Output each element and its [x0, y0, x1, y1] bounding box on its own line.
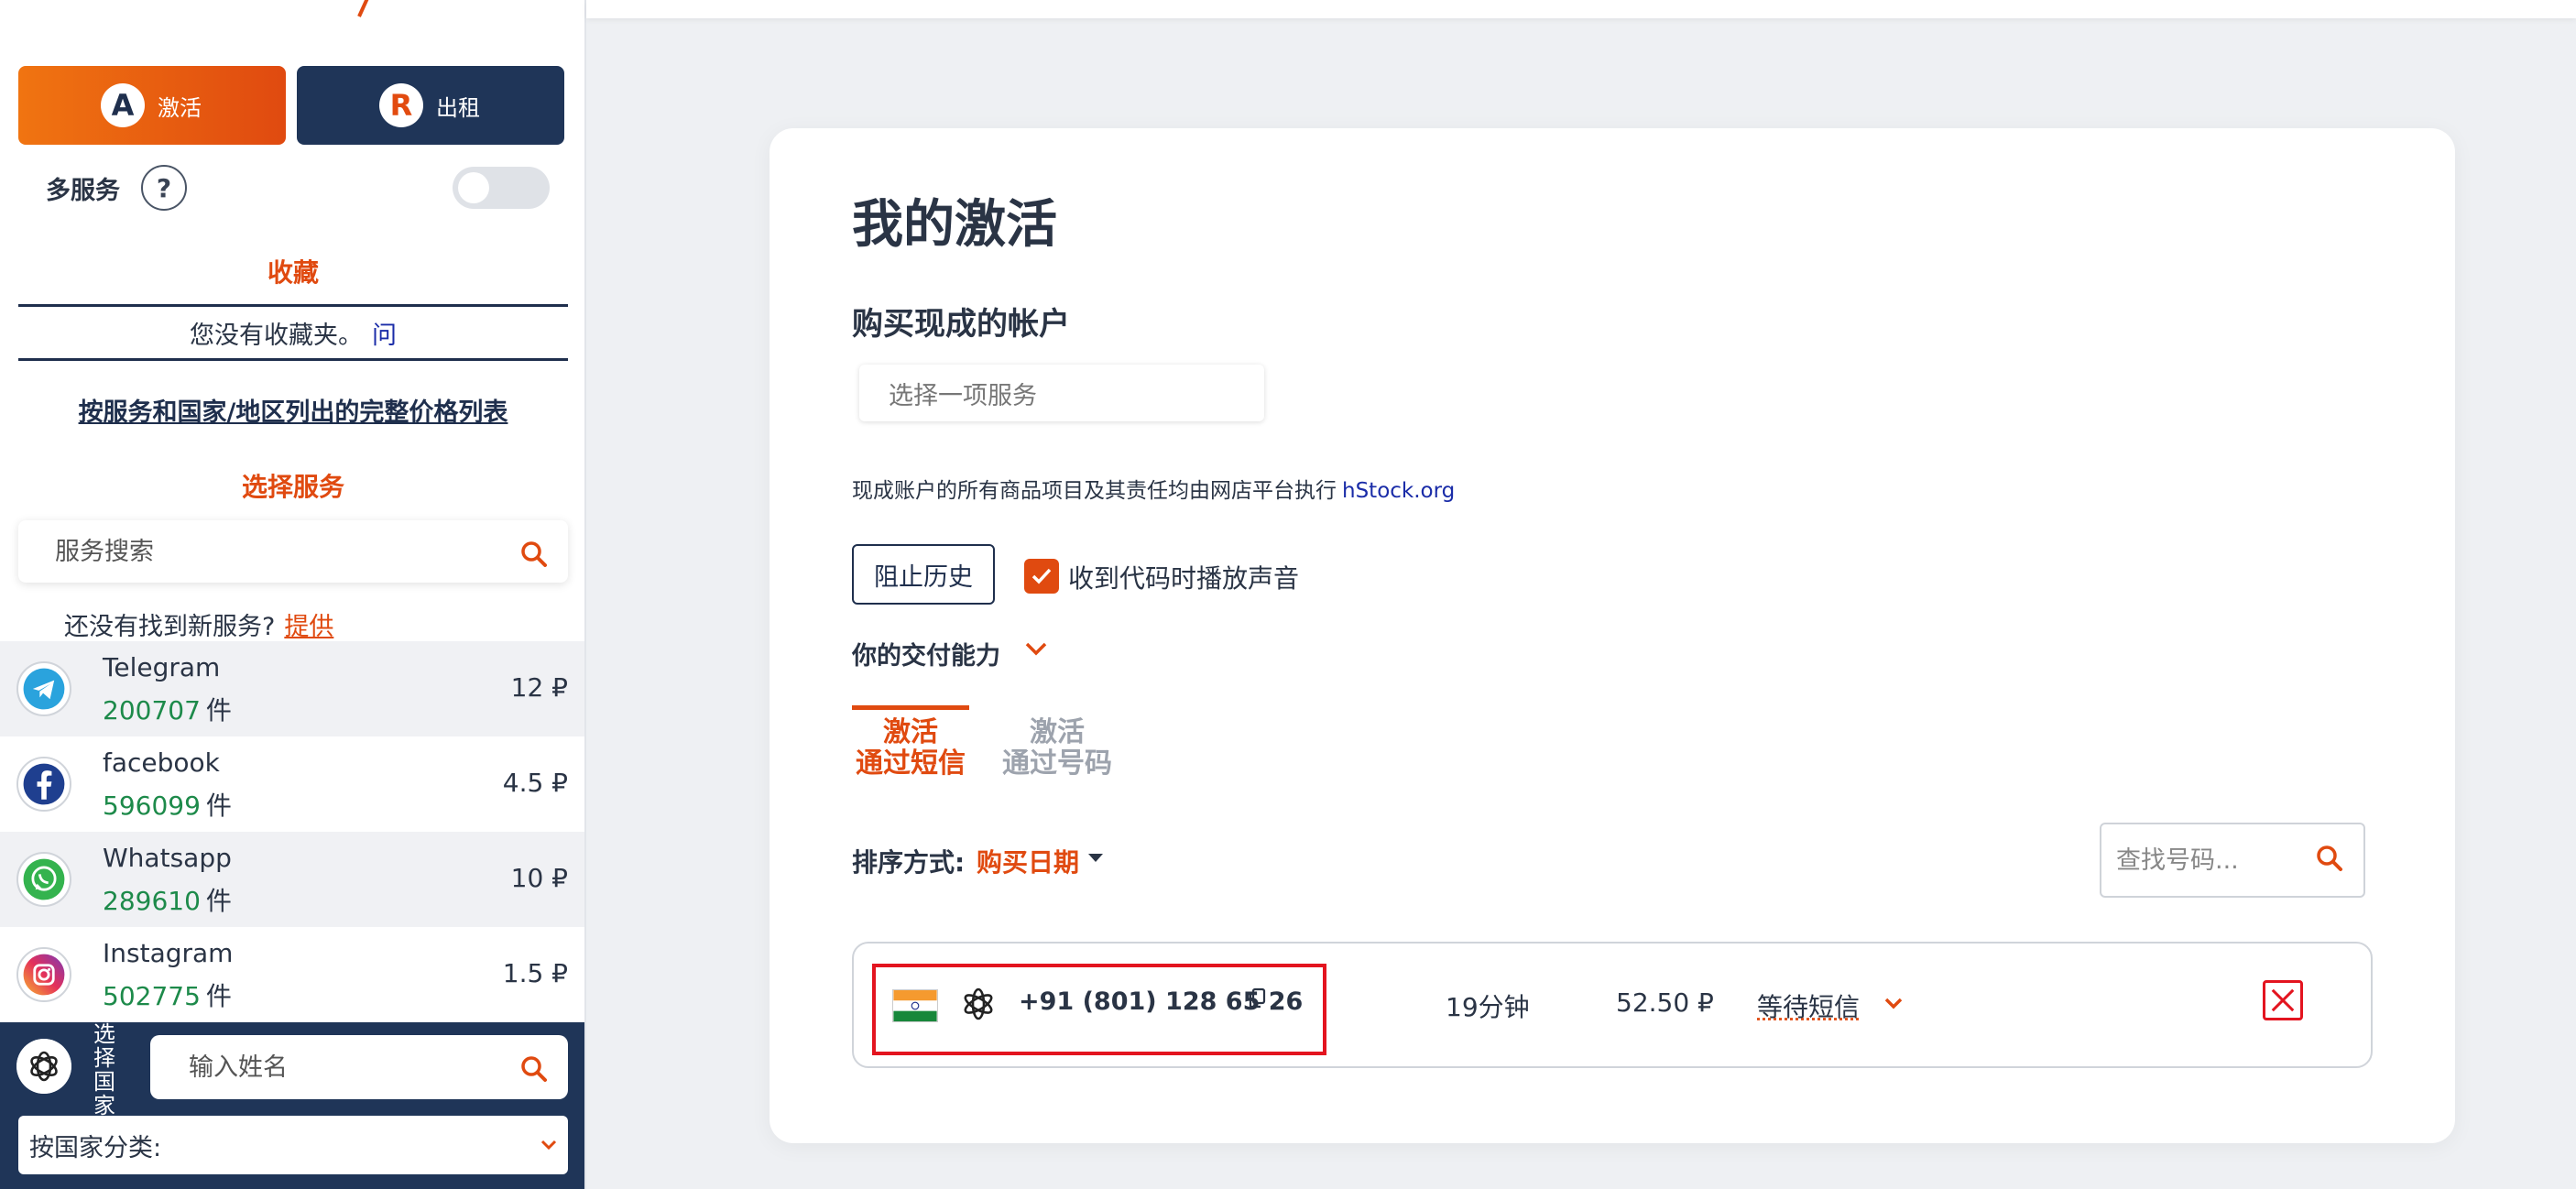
- close-icon[interactable]: [2263, 980, 2303, 1020]
- activation-row: +91 (801) 128 65 26 19分钟 52.50 ₽ 等待短信: [852, 942, 2373, 1068]
- instagram-icon: [16, 947, 71, 1002]
- service-row-facebook[interactable]: facebook 596099 件 4.5 ₽: [0, 736, 584, 832]
- toggle-knob: [458, 172, 489, 203]
- favorites-title: 收藏: [267, 257, 319, 288]
- help-icon[interactable]: ?: [141, 165, 187, 211]
- sort-label: 排序方式:: [852, 847, 966, 878]
- tab-activation-sms[interactable]: 激活 通过短信: [852, 705, 969, 780]
- service-count-number: 289610: [103, 886, 201, 916]
- service-count-unit: 件: [205, 791, 232, 821]
- sound-checkbox[interactable]: [1024, 559, 1059, 594]
- chevron-down-icon[interactable]: [1883, 997, 1904, 1011]
- sound-option-label: 收到代码时播放声音: [1068, 563, 1300, 594]
- country-name-search: [150, 1035, 568, 1099]
- country-panel: 选择国家 按国家分类:: [0, 1022, 584, 1189]
- favorites-help-link[interactable]: 问: [372, 315, 397, 351]
- logo-fragment: [357, 0, 369, 17]
- openai-icon: [964, 987, 993, 1020]
- status-dropdown[interactable]: 等待短信: [1757, 987, 1860, 1024]
- buy-ready-accounts-title: 购买现成的帐户: [852, 306, 1070, 343]
- favorites-empty-text: 您没有收藏夹。: [190, 321, 363, 350]
- rent-mode-button[interactable]: R 出租: [297, 66, 564, 145]
- tab-activation-number[interactable]: 激活 通过号码: [999, 705, 1116, 780]
- india-flag-icon: [892, 989, 938, 1022]
- hstock-notice: 现成账户的所有商品项目及其责任均由网店平台执行 hStock.org: [852, 473, 1455, 504]
- service-count: 596099 件: [103, 786, 232, 823]
- service-search-input[interactable]: [55, 537, 476, 566]
- service-count: 502775 件: [103, 976, 232, 1013]
- service-list: Telegram 200707 件 12 ₽ facebook 596099 件 4…: [0, 641, 584, 1022]
- time-remaining: 19分钟: [1446, 992, 1530, 1022]
- activation-mode-button[interactable]: A 激活: [18, 66, 286, 145]
- sidebar: A 激活 R 出租 多服务 ? 收藏 您没有收藏夹。 问 按服务和国家/地区列出…: [0, 0, 586, 1189]
- service-count-unit: 件: [205, 981, 232, 1011]
- service-price: 10 ₽: [510, 863, 568, 893]
- choose-country-label: 选择国家: [93, 1021, 115, 1118]
- activations-card: 我的激活 购买现成的帐户 选择一项服务 现成账户的所有商品项目及其责任均由网店平…: [770, 128, 2455, 1143]
- number-search-input[interactable]: [2116, 845, 2299, 875]
- country-name-input[interactable]: [189, 1053, 500, 1082]
- payment-ability-label: 你的交付能力: [852, 642, 1000, 671]
- hstock-link[interactable]: hStock.org: [1342, 479, 1455, 503]
- service-row-telegram[interactable]: Telegram 200707 件 12 ₽: [0, 641, 584, 736]
- openai-icon[interactable]: [16, 1039, 71, 1094]
- service-row-instagram[interactable]: Instagram 502775 件 1.5 ₽: [0, 927, 584, 1022]
- service-count-number: 596099: [103, 791, 201, 821]
- service-search-box: [18, 520, 568, 583]
- sort-dropdown[interactable]: 购买日期: [977, 843, 1079, 879]
- rent-logo-icon: R: [379, 83, 423, 127]
- chevron-down-icon[interactable]: [1024, 641, 1048, 658]
- activation-price: 52.50 ₽: [1616, 987, 1714, 1018]
- copy-icon[interactable]: [1248, 987, 1266, 1009]
- multi-service-toggle[interactable]: [453, 167, 550, 209]
- price-list-link[interactable]: 按服务和国家/地区列出的完整价格列表: [18, 392, 568, 428]
- choose-service-title: 选择服务: [241, 472, 344, 502]
- rent-mode-label: 出租: [436, 94, 480, 121]
- telegram-icon: [16, 661, 71, 716]
- page-title: 我的激活: [852, 195, 1057, 255]
- activation-logo-icon: A: [101, 83, 145, 127]
- service-count-unit: 件: [205, 886, 232, 916]
- favorites-box: 您没有收藏夹。 问: [18, 304, 568, 361]
- country-sort-label: 按国家分类:: [29, 1133, 162, 1162]
- service-name: Whatsapp: [103, 843, 232, 873]
- suggest-service-link[interactable]: 提供: [284, 613, 333, 641]
- checkmark-icon: [1031, 568, 1052, 584]
- service-count: 289610 件: [103, 881, 232, 918]
- tab-line: 通过短信: [856, 747, 966, 780]
- top-bar: [586, 0, 2576, 18]
- service-count: 200707 件: [103, 691, 232, 727]
- activation-mode-label: 激活: [158, 94, 202, 121]
- multi-service-label: 多服务: [46, 177, 120, 205]
- facebook-icon: [16, 757, 71, 812]
- tab-line: 通过号码: [1002, 747, 1112, 780]
- country-sort-select[interactable]: 按国家分类:: [18, 1116, 568, 1174]
- service-name: Instagram: [103, 938, 234, 968]
- service-row-whatsapp[interactable]: Whatsapp 289610 件 10 ₽: [0, 832, 584, 927]
- block-history-button[interactable]: 阻止历史: [852, 544, 995, 605]
- chevron-down-icon: [540, 1140, 557, 1151]
- tab-line: 激活: [883, 716, 938, 748]
- service-name: Telegram: [103, 652, 221, 682]
- service-price: 12 ₽: [510, 672, 568, 703]
- search-icon[interactable]: [2316, 845, 2343, 872]
- search-icon[interactable]: [520, 1055, 548, 1083]
- service-select[interactable]: 选择一项服务: [859, 365, 1264, 421]
- service-count-number: 502775: [103, 981, 201, 1011]
- service-price: 4.5 ₽: [502, 768, 568, 798]
- not-found-question: 还没有找到新服务?: [64, 613, 276, 641]
- whatsapp-icon: [16, 852, 71, 907]
- notice-text: 现成账户的所有商品项目及其责任均由网店平台执行: [852, 479, 1337, 503]
- search-icon[interactable]: [520, 540, 548, 568]
- caret-down-icon: [1088, 854, 1103, 862]
- service-count-number: 200707: [103, 695, 201, 725]
- service-name: facebook: [103, 747, 220, 778]
- number-search-box: [2100, 823, 2365, 898]
- tab-line: 激活: [1030, 716, 1085, 748]
- service-count-unit: 件: [205, 695, 232, 725]
- service-price: 1.5 ₽: [502, 958, 568, 988]
- not-found-text: 还没有找到新服务? 提供: [64, 606, 333, 642]
